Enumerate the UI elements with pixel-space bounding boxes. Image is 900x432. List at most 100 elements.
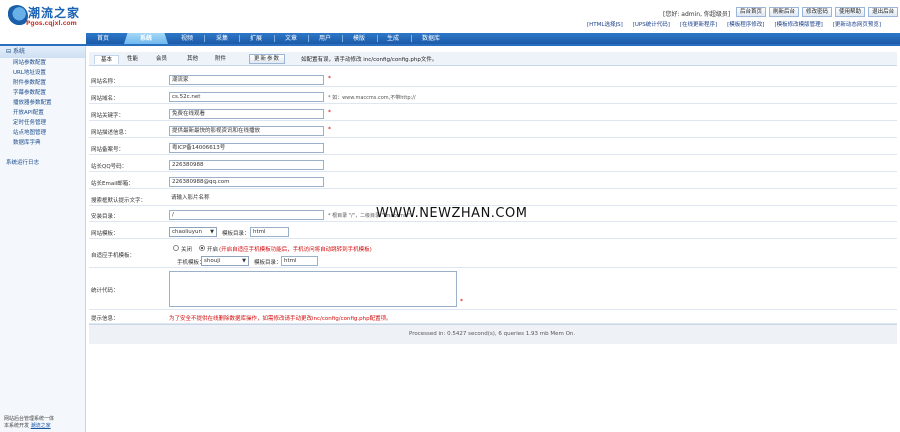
keywords-input[interactable]: 免费在线观看 <box>169 109 324 119</box>
template-dir-input[interactable]: html <box>250 227 289 237</box>
logo[interactable]: 潮流之家 Pgos.cqjxl.com <box>6 3 86 31</box>
sidebar-section-title[interactable]: ⊟ 系统 <box>0 46 85 58</box>
sidebar-item-player[interactable]: 播放器参数配置 <box>0 98 85 108</box>
subtab-bar: 基本 性能 会员 其他 附件 更新参数 如配置有误，请手动修改 inc/conf… <box>89 52 897 66</box>
mobile-off-radio[interactable] <box>173 245 179 251</box>
nav-item-video[interactable]: 视频 <box>170 33 204 44</box>
site-url-label: 网站域名： <box>91 96 119 102</box>
tip-label: 提示信息： <box>91 316 119 322</box>
sidebar-item-site-config[interactable]: 网站参数配置 <box>0 58 85 68</box>
mobile-on-label: 开启 <box>207 247 219 253</box>
nav-item-home[interactable]: 首页 <box>86 33 120 44</box>
top-button-password[interactable]: 修改密码 <box>802 7 833 17</box>
site-url-input[interactable]: cs.52c.net <box>169 92 324 102</box>
mobile-off-label: 关闭 <box>181 247 193 253</box>
nav-item-article[interactable]: 文章 <box>274 33 308 44</box>
top-link-template[interactable]: [模板程序修改] <box>727 20 764 28</box>
nav-item-database[interactable]: 数据库 <box>411 33 451 44</box>
form-row-site-url: 网站域名： cs.52c.net * 如：www.maccms.com,不带ht… <box>89 91 897 104</box>
icp-input[interactable]: 粤ICP备14006613号 <box>169 143 324 153</box>
watermark: WWW.NEWZHAN.COM <box>376 206 528 221</box>
site-name-label: 网站名称： <box>91 79 119 85</box>
tab-basic[interactable]: 基本 <box>94 55 120 64</box>
top-link-update[interactable]: [在线更新程序] <box>680 20 717 28</box>
top-button-help[interactable]: 使用帮助 <box>835 7 866 17</box>
sidebar-item-log[interactable]: 系统运行日志 <box>0 158 85 168</box>
sidebar-item-dictionary[interactable]: 数据库字典 <box>0 138 85 148</box>
sidebar-item-timer[interactable]: 定时任务管理 <box>0 118 85 128</box>
mobile-dir-input[interactable]: html <box>281 256 318 266</box>
keywords-label: 网站关键字： <box>91 113 125 119</box>
stats-label: 统计代码： <box>91 288 119 294</box>
tab-attachment[interactable]: 附件 <box>215 55 226 64</box>
email-input[interactable]: 226380988@qq.com <box>169 177 324 187</box>
top-link-preview[interactable]: [更新动态网页预览] <box>833 20 881 28</box>
template-select-value: chaoliuyun <box>172 229 203 235</box>
config-note: 如配置有误，请手动修改 inc/config/config.php文件。 <box>301 57 438 63</box>
sidebar: ⊟ 系统 网站参数配置 URL地址设置 附件参数配置 字幕参数配置 播放器参数配… <box>0 46 86 432</box>
sidebar-item-subtitle[interactable]: 字幕参数配置 <box>0 88 85 98</box>
template-label: 网站模板： <box>91 231 119 237</box>
sidebar-item-sitemap[interactable]: 站点地图管理 <box>0 128 85 138</box>
mobile-template-select[interactable]: shouji ▼ <box>201 256 249 266</box>
sidebar-footer-line2: 本系统开发 <box>4 423 30 429</box>
required-mark: * <box>328 126 331 133</box>
user-info: [您好: admin, 你超级员] <box>663 11 731 18</box>
mobile-dir-label: 模板目录： <box>254 260 282 266</box>
sidebar-footer-link[interactable]: 潮流之家 <box>31 423 51 429</box>
logo-title: 潮流之家 <box>28 6 81 20</box>
update-params-button[interactable]: 更新参数 <box>249 54 286 64</box>
mobile-template-select-value: shouji <box>204 258 221 264</box>
site-name-input[interactable]: 潮流家 <box>169 75 324 85</box>
top-button-logout[interactable]: 退出后台 <box>868 7 899 17</box>
form-row-template: 网站模板： chaoliuyun ▼ 模板目录： html <box>89 225 897 239</box>
site-url-hint: * 如：www.maccms.com,不带http:// <box>328 95 416 101</box>
qq-label: 站长QQ号码： <box>91 164 128 170</box>
top-link-template-manage[interactable]: [模板修改模版管理] <box>774 20 822 28</box>
nav-item-template[interactable]: 模版 <box>342 33 376 44</box>
nav-item-generate[interactable]: 生成 <box>376 33 410 44</box>
sidebar-item-attachment[interactable]: 附件参数配置 <box>0 78 85 88</box>
sidebar-item-url[interactable]: URL地址设置 <box>0 68 85 78</box>
tab-member[interactable]: 会员 <box>156 55 167 64</box>
chevron-down-icon: ▼ <box>210 229 214 235</box>
form-row-tip: 提示信息： 为了安全不提供在线删除数据库操作，如需修改请手动更改inc/conf… <box>89 310 897 324</box>
form-row-keywords: 网站关键字： 免费在线观看 * <box>89 108 897 121</box>
top-button-group: 后台首页 刷新后台 修改密码 使用帮助 退出后台 <box>736 7 899 17</box>
email-label: 站长Email邮箱： <box>91 181 134 187</box>
top-button-home[interactable]: 后台首页 <box>736 7 767 17</box>
footer-bar: Processed in: 0.5427 second(s), 6 querie… <box>89 324 897 344</box>
main-content: 基本 性能 会员 其他 附件 更新参数 如配置有误，请手动修改 inc/conf… <box>86 46 900 432</box>
stats-textarea[interactable] <box>169 271 457 307</box>
form-row-icp: 网站备案号： 粤ICP备14006613号 <box>89 142 897 155</box>
form-row-search-hint: 搜索框默认提示文字： 请输入影片名称 <box>89 193 897 206</box>
nav-item-system[interactable]: 系统 <box>124 33 168 44</box>
nav-item-extend[interactable]: 扩展 <box>239 33 273 44</box>
install-dir-input[interactable]: / <box>169 210 324 220</box>
nav-item-collect[interactable]: 采集 <box>205 33 239 44</box>
sidebar-footer: 网站后台管理系统一体 本系统开发 潮流之家 <box>4 416 54 430</box>
description-input[interactable]: 提供最新最快的影视资讯和在线播放 <box>169 126 324 136</box>
template-select[interactable]: chaoliuyun ▼ <box>169 227 217 237</box>
top-button-refresh[interactable]: 刷新后台 <box>769 7 800 17</box>
sidebar-item-api[interactable]: 开放API配置 <box>0 108 85 118</box>
sidebar-footer-line1: 网站后台管理系统一体 <box>4 416 55 422</box>
mobile-on-radio[interactable] <box>199 245 205 251</box>
tip-text: 为了安全不提供在线删除数据库操作，如需修改请手动更改inc/config/con… <box>169 316 392 322</box>
tab-other[interactable]: 其他 <box>187 55 198 64</box>
top-link-html[interactable]: [HTML选择JS] <box>587 20 623 28</box>
description-label: 网站描述信息： <box>91 130 130 136</box>
sidebar-section-label: 系统 <box>12 48 25 55</box>
top-link-bar: [HTML选择JS] [UPS统计代码] [在线更新程序] [模板程序修改] [… <box>587 20 881 28</box>
chevron-down-icon: ▼ <box>242 258 246 264</box>
install-dir-label: 安装目录： <box>91 214 119 220</box>
qq-input[interactable]: 226380988 <box>169 160 324 170</box>
top-link-stats[interactable]: [UPS统计代码] <box>633 20 670 28</box>
sidebar-expand-icon: ⊟ <box>6 48 13 55</box>
logo-icon <box>6 5 28 27</box>
form-row-stats: 统计代码： * <box>89 268 897 310</box>
tab-performance[interactable]: 性能 <box>127 55 138 64</box>
mobile-note: (开启自适应手机模板功能后，手机访问将自动跳转到手机模板) <box>219 247 372 253</box>
nav-item-user[interactable]: 用户 <box>308 33 342 44</box>
search-hint-input[interactable]: 请输入影片名称 <box>169 194 324 204</box>
